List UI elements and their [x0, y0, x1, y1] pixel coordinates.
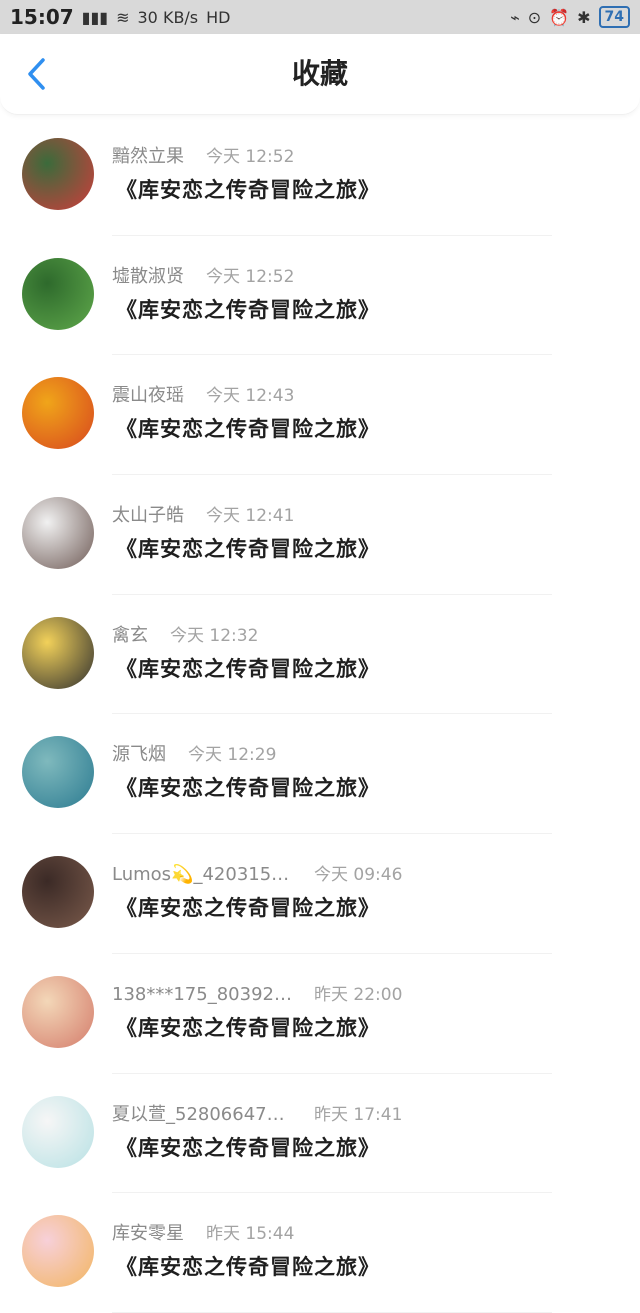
favorites-list: 黯然立果 今天 12:52 《库安恋之传奇冒险之旅》 墟散淑贤 今天 12:52 《库安恋…: [0, 116, 640, 1313]
wifi-icon: ≋: [116, 7, 130, 27]
item-meta: 138***175_803921… 昨天 22:00: [112, 980, 402, 1005]
status-bar: 15:07 ▮▮▮ ≋ 30 KB/s HD ⌁ ⊙ ⏰ ✱ 74: [0, 0, 640, 34]
story-title[interactable]: 《库安恋之传奇冒险之旅》: [116, 892, 380, 922]
user-name[interactable]: 夏以萱_528066471…: [112, 1100, 292, 1126]
user-name[interactable]: 源飞烟: [112, 740, 166, 766]
timestamp: 今天 12:52: [206, 147, 295, 167]
timestamp: 昨天 17:41: [314, 1104, 403, 1125]
alarm-icon: ⏰: [549, 7, 570, 27]
hd-icon: HD: [206, 7, 231, 27]
page-title: 收藏: [291, 57, 348, 90]
user-name[interactable]: 震山夜瑶: [112, 381, 184, 407]
avatar[interactable]: [22, 736, 94, 809]
list-item[interactable]: 138***175_803921… 昨天 22:00 《库安恋之传奇冒险之旅》: [0, 954, 640, 1074]
chevron-left-icon: [28, 58, 45, 90]
user-name[interactable]: 库安零星: [112, 1219, 184, 1245]
story-title[interactable]: 《库安恋之传奇冒险之旅》: [116, 1251, 380, 1281]
list-item[interactable]: 太山子皓 今天 12:41 《库安恋之传奇冒险之旅》: [0, 475, 640, 595]
timestamp: 今天 12:29: [188, 745, 277, 766]
item-meta: Lumos💫_42031502… 今天 09:46: [112, 860, 402, 885]
story-title[interactable]: 《库安恋之传奇冒险之旅》: [116, 413, 380, 443]
user-name[interactable]: 黯然立果: [112, 142, 184, 168]
cell-signal-icon: ▮▮▮: [81, 7, 109, 27]
user-name[interactable]: 禽玄: [112, 621, 148, 647]
story-title[interactable]: 《库安恋之传奇冒险之旅》: [116, 1132, 380, 1162]
story-title[interactable]: 《库安恋之传奇冒险之旅》: [116, 772, 380, 802]
bluetooth-icon: ✱: [577, 7, 591, 27]
story-title[interactable]: 《库安恋之传奇冒险之旅》: [116, 653, 380, 683]
user-name[interactable]: 墟散淑贤: [112, 262, 184, 288]
avatar[interactable]: [22, 257, 94, 330]
list-item[interactable]: 库安零星 昨天 15:44 《库安恋之传奇冒险之旅》: [0, 1193, 640, 1313]
user-name[interactable]: 138***175_803921…: [112, 984, 292, 1005]
story-title[interactable]: 《库安恋之传奇冒险之旅》: [116, 174, 380, 204]
item-meta: 黯然立果 今天 12:52: [112, 142, 294, 168]
back-button[interactable]: [20, 56, 52, 92]
avatar[interactable]: [22, 138, 94, 210]
top-header: 收藏: [0, 34, 640, 115]
network-speed: 30 KB/s: [137, 7, 199, 27]
vibrate-icon: ⌁: [510, 7, 520, 27]
status-left: 15:07 ▮▮▮ ≋ 30 KB/s HD: [10, 5, 231, 29]
timestamp: 今天 12:43: [206, 386, 295, 407]
item-meta: 禽玄 今天 12:32: [112, 621, 258, 647]
avatar[interactable]: [22, 856, 94, 929]
story-title[interactable]: 《库安恋之传奇冒险之旅》: [116, 294, 380, 324]
avatar[interactable]: [22, 1095, 94, 1168]
lock-rotation-icon: ⊙: [527, 7, 542, 27]
timestamp: 今天 12:32: [170, 625, 259, 646]
list-item[interactable]: 禽玄 今天 12:32 《库安恋之传奇冒险之旅》: [0, 595, 640, 715]
timestamp: 今天 12:52: [206, 266, 295, 287]
avatar[interactable]: [22, 1215, 94, 1288]
avatar[interactable]: [22, 616, 94, 689]
story-title[interactable]: 《库安恋之传奇冒险之旅》: [116, 533, 380, 563]
story-title[interactable]: 《库安恋之传奇冒险之旅》: [116, 1012, 380, 1042]
item-meta: 源飞烟 今天 12:29: [112, 740, 276, 766]
list-item[interactable]: 震山夜瑶 今天 12:43 《库安恋之传奇冒险之旅》: [0, 355, 640, 476]
timestamp: 今天 09:46: [314, 865, 403, 886]
user-name[interactable]: 太山子皓: [112, 501, 184, 527]
item-meta: 太山子皓 今天 12:41: [112, 501, 294, 527]
item-meta: 库安零星 昨天 15:44: [112, 1219, 294, 1245]
timestamp: 今天 12:41: [206, 506, 295, 527]
list-item[interactable]: 夏以萱_528066471… 昨天 17:41 《库安恋之传奇冒险之旅》: [0, 1074, 640, 1194]
list-item[interactable]: Lumos💫_42031502… 今天 09:46 《库安恋之传奇冒险之旅》: [0, 834, 640, 954]
item-meta: 墟散淑贤 今天 12:52: [112, 262, 294, 288]
list-item[interactable]: 墟散淑贤 今天 12:52 《库安恋之传奇冒险之旅》: [0, 236, 640, 356]
status-right: ⌁ ⊙ ⏰ ✱ 74: [510, 6, 630, 28]
battery-indicator: 74: [598, 6, 630, 28]
list-item[interactable]: 黯然立果 今天 12:52 《库安恋之传奇冒险之旅》: [0, 116, 640, 236]
avatar[interactable]: [22, 975, 94, 1048]
status-time: 15:07: [10, 5, 74, 29]
avatar[interactable]: [22, 497, 94, 570]
timestamp: 昨天 22:00: [314, 984, 403, 1005]
user-name[interactable]: Lumos💫_42031502…: [112, 864, 292, 885]
timestamp: 昨天 15:44: [206, 1224, 295, 1245]
list-item[interactable]: 源飞烟 今天 12:29 《库安恋之传奇冒险之旅》: [0, 714, 640, 835]
item-meta: 震山夜瑶 今天 12:43: [112, 381, 294, 407]
item-meta: 夏以萱_528066471… 昨天 17:41: [112, 1100, 402, 1126]
avatar[interactable]: [22, 377, 94, 450]
